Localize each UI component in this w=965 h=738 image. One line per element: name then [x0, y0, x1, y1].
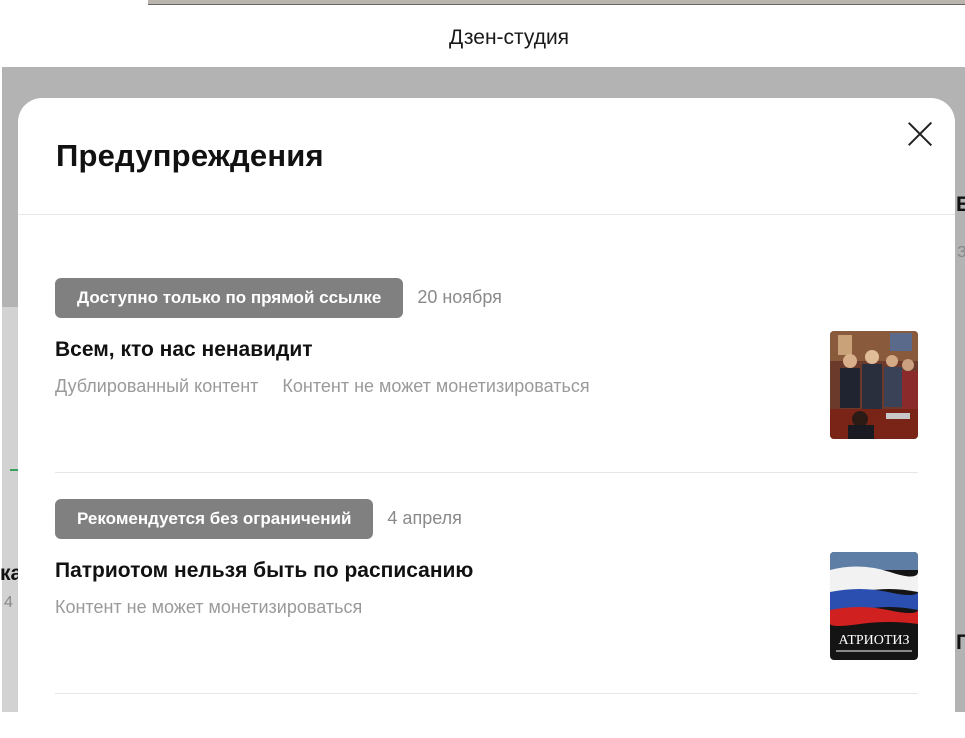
warning-reasons: Контент не может монетизироваться — [55, 597, 918, 618]
warning-reason: Контент не может монетизироваться — [282, 376, 590, 396]
warning-reason: Дублированный контент — [55, 376, 259, 396]
background-text-fragment: 4 — [4, 594, 13, 611]
status-badge: Рекомендуется без ограничений — [55, 499, 374, 539]
app-title: Дзен-студия — [448, 26, 570, 49]
background-accent-line — [10, 469, 18, 471]
article-title[interactable]: Всем, кто нас ненавидит — [55, 338, 918, 362]
item-divider — [55, 693, 918, 694]
photo-crowd-icon — [830, 331, 918, 439]
background-panel — [2, 307, 18, 712]
status-badge: Доступно только по прямой ссылке — [55, 278, 404, 318]
header-divider — [18, 214, 955, 215]
background-text-fragment: Е — [956, 193, 965, 216]
warning-reasons: Дублированный контент Контент не может мо… — [55, 376, 918, 397]
close-icon[interactable] — [906, 120, 934, 148]
article-title[interactable]: Патриотом нельзя быть по расписанию — [55, 559, 918, 583]
warnings-modal: Предупреждения Доступно только по прямой… — [18, 98, 955, 738]
background-text-fragment: Г — [956, 631, 965, 654]
modal-title: Предупреждения — [56, 138, 324, 173]
warning-item[interactable]: Доступно только по прямой ссылке 20 ноябр… — [55, 278, 918, 439]
thumbnail-caption: АТРИОТИЗ — [838, 633, 909, 648]
photo-crowd-thumbnail[interactable] — [830, 331, 918, 439]
item-divider — [55, 472, 918, 473]
item-date: 4 апреля — [387, 508, 462, 529]
window-top-edge — [148, 0, 965, 5]
warning-item[interactable]: Рекомендуется без ограничений 4 апреля Па… — [55, 499, 918, 660]
background-text-fragment: З — [957, 244, 965, 261]
flag-icon: АТРИОТИЗ — [830, 552, 918, 660]
warning-reason: Контент не может монетизироваться — [55, 597, 363, 617]
item-date: 20 ноября — [417, 287, 502, 308]
russian-flag-thumbnail[interactable]: АТРИОТИЗ — [830, 552, 918, 660]
